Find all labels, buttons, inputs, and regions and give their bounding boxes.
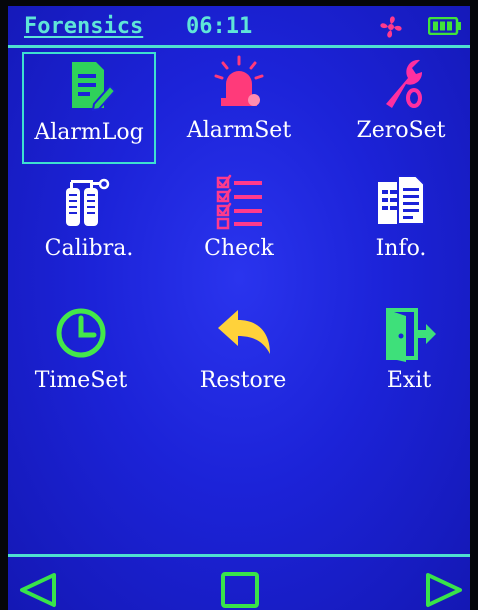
menu-item-alarmlog[interactable]: AlarmLog <box>22 52 156 164</box>
menu-label: Info. <box>375 236 427 261</box>
nav-divider <box>8 554 470 557</box>
menu-label: TimeSet <box>34 368 128 393</box>
undo-arrow-icon <box>218 310 270 354</box>
alarm-beacon-icon <box>214 55 264 106</box>
menu-label: Restore <box>199 368 287 393</box>
menu-label: Exit <box>386 368 432 393</box>
menu-item-zeroset[interactable]: ZeroSet <box>334 52 468 164</box>
checklist-icon <box>216 174 262 230</box>
menu-item-check[interactable]: Check <box>172 170 306 282</box>
menu-item-restore[interactable]: Restore <box>176 302 310 414</box>
menu-item-calibra[interactable]: Calibra. <box>22 170 156 282</box>
menu-label: AlarmSet <box>186 118 292 143</box>
document-edit-icon <box>72 62 117 112</box>
menu-label: Check <box>204 236 274 261</box>
menu-label: AlarmLog <box>34 120 144 145</box>
gas-cylinders-icon <box>66 178 110 226</box>
menu-item-info[interactable]: Info. <box>334 170 468 282</box>
menu-item-alarmset[interactable]: AlarmSet <box>172 52 306 164</box>
menu-label: ZeroSet <box>356 118 446 143</box>
menu-label: Calibra. <box>44 236 134 261</box>
menu-item-timeset[interactable]: TimeSet <box>14 302 148 414</box>
exit-door-icon <box>386 308 436 362</box>
square-icon[interactable] <box>220 572 260 608</box>
wrench-icon <box>386 59 423 108</box>
status-bar: Forensics 06:11 <box>8 6 470 44</box>
status-divider <box>8 45 470 48</box>
device-screen: Forensics 06:11 AlarmLog AlarmSet ZeroSe… <box>8 6 470 610</box>
info-document-icon <box>378 175 425 225</box>
menu-item-exit[interactable]: Exit <box>342 302 470 414</box>
clock-icon <box>56 308 106 358</box>
fan-icon <box>380 16 402 38</box>
clock-time: 06:11 <box>186 14 253 39</box>
left-triangle-icon[interactable] <box>18 572 58 608</box>
app-title: Forensics <box>24 14 144 39</box>
battery-icon <box>428 17 461 35</box>
right-triangle-icon[interactable] <box>424 572 464 608</box>
